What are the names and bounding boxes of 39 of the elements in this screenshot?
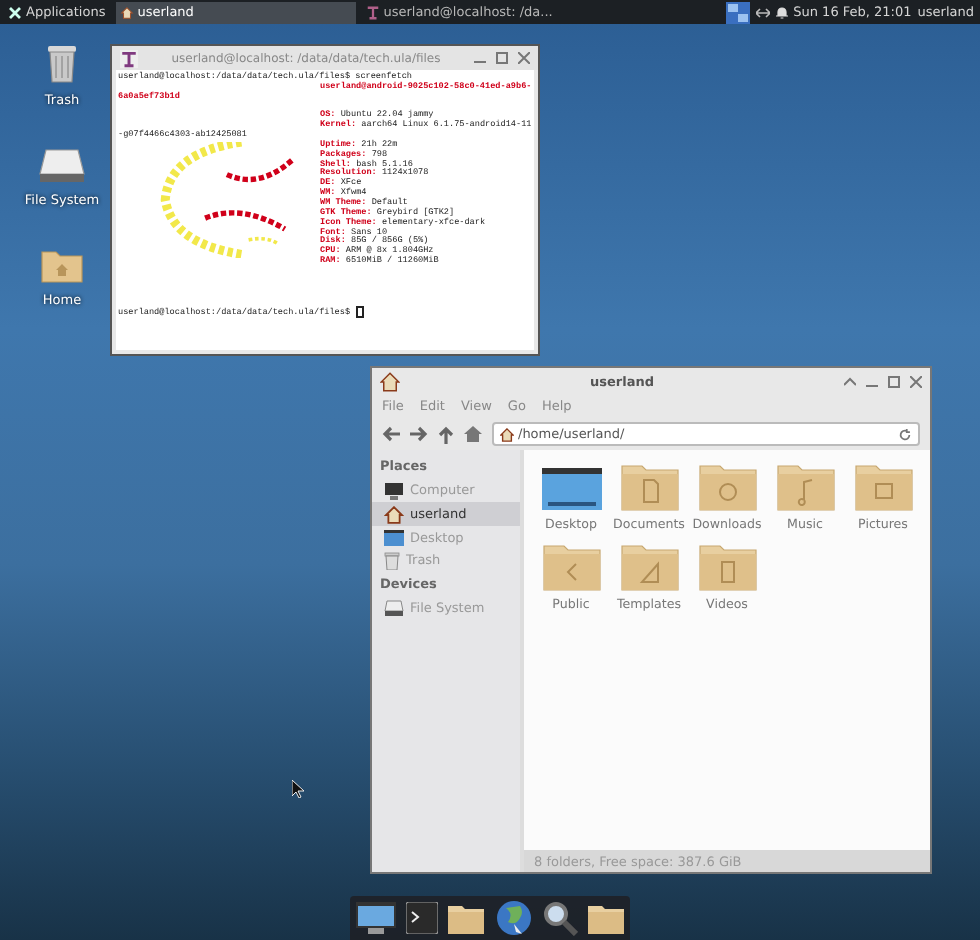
video-folder-icon[interactable]: [697, 544, 757, 592]
terminal-icon[interactable]: [405, 902, 438, 934]
maximize-icon[interactable]: [496, 52, 508, 64]
music-folder-icon[interactable]: [775, 464, 835, 512]
home-icon: [500, 427, 514, 441]
search-icon[interactable]: [541, 900, 578, 936]
folder-icon[interactable]: [448, 903, 485, 933]
terminal-app-icon: [365, 5, 380, 19]
trash-icon[interactable]: [46, 44, 78, 84]
back-icon[interactable]: [382, 426, 400, 442]
trash-icon: [384, 551, 400, 569]
maximize-icon[interactable]: [888, 375, 900, 387]
close-icon[interactable]: [518, 52, 530, 64]
monitor-icon: [384, 481, 404, 499]
home-icon: [119, 5, 134, 19]
close-icon[interactable]: [910, 375, 922, 387]
desktop-icon: [384, 529, 404, 545]
mouse-pointer-icon: [292, 780, 304, 798]
notification-bell-icon[interactable]: [775, 5, 788, 19]
forward-icon[interactable]: [410, 426, 428, 442]
folder-icon[interactable]: [588, 903, 625, 933]
document-folder-icon[interactable]: [619, 464, 679, 512]
monitor-icon[interactable]: [355, 902, 396, 934]
up-icon[interactable]: [438, 425, 454, 443]
shade-icon[interactable]: [844, 375, 856, 387]
picture-folder-icon[interactable]: [853, 464, 913, 512]
network-icon[interactable]: [755, 7, 770, 17]
home-folder-icon[interactable]: [40, 248, 84, 284]
download-folder-icon[interactable]: [697, 464, 757, 512]
home-icon: [380, 371, 400, 391]
template-folder-icon[interactable]: [619, 544, 679, 592]
xfce-logo-icon: [8, 5, 22, 19]
desktop-folder-icon[interactable]: [541, 464, 601, 512]
home-icon: [384, 505, 404, 523]
workspace-icon[interactable]: [725, 1, 750, 23]
drive-icon: [384, 599, 404, 615]
reload-icon[interactable]: [898, 427, 912, 441]
globe-icon[interactable]: [495, 900, 532, 936]
drive-icon[interactable]: [38, 148, 86, 184]
